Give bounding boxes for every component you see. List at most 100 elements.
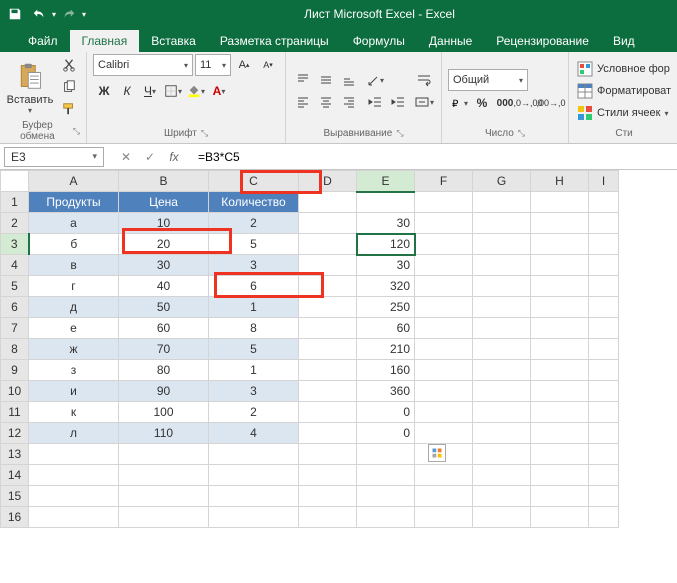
cell-b8[interactable]: 70 (119, 339, 209, 360)
cell-c12[interactable]: 4 (209, 423, 299, 444)
tab-layout[interactable]: Разметка страницы (208, 30, 341, 52)
col-header-f[interactable]: F (415, 171, 473, 192)
cell-g1[interactable] (473, 192, 531, 213)
tab-data[interactable]: Данные (417, 30, 484, 52)
row-header-3[interactable]: 3 (1, 234, 29, 255)
cell-a4[interactable]: в (29, 255, 119, 276)
row-header-11[interactable]: 11 (1, 402, 29, 423)
cell-c5[interactable]: 6 (209, 276, 299, 297)
row-header-5[interactable]: 5 (1, 276, 29, 297)
col-header-d[interactable]: D (299, 171, 357, 192)
col-header-h[interactable]: H (531, 171, 589, 192)
tab-file[interactable]: Файл (16, 30, 70, 52)
cell-b4[interactable]: 30 (119, 255, 209, 276)
bold-button[interactable]: Ж (93, 81, 115, 101)
cell-a10[interactable]: и (29, 381, 119, 402)
undo-dropdown[interactable]: ▾ (52, 10, 56, 19)
cell-h1[interactable] (531, 192, 589, 213)
align-left-button[interactable] (292, 92, 314, 112)
cancel-formula-button[interactable]: ✕ (116, 147, 136, 167)
cell-d2[interactable] (299, 213, 357, 234)
enter-formula-button[interactable]: ✓ (140, 147, 160, 167)
cell-a12[interactable]: л (29, 423, 119, 444)
underline-button[interactable]: Ч▾ (139, 81, 161, 101)
cell-e6[interactable]: 250 (357, 297, 415, 318)
cell-c7[interactable]: 8 (209, 318, 299, 339)
font-launcher[interactable]: ⤡ (201, 128, 208, 139)
cell-d1[interactable] (299, 192, 357, 213)
name-box[interactable]: E3 ▾ (4, 147, 104, 167)
borders-button[interactable]: ▾ (162, 81, 184, 101)
row-header-13[interactable]: 13 (1, 444, 29, 465)
orientation-button[interactable]: ▾ (364, 70, 386, 90)
cell-b3[interactable]: 20 (119, 234, 209, 255)
cell-c1[interactable]: Количество (209, 192, 299, 213)
cell-b11[interactable]: 100 (119, 402, 209, 423)
shrink-font-button[interactable]: A▾ (257, 55, 279, 75)
undo-icon[interactable] (28, 3, 50, 25)
format-as-table-button[interactable]: Форматироват (575, 81, 673, 101)
tab-home[interactable]: Главная (70, 30, 140, 52)
cell-a7[interactable]: е (29, 318, 119, 339)
row-header-9[interactable]: 9 (1, 360, 29, 381)
cell-c6[interactable]: 1 (209, 297, 299, 318)
cell-b10[interactable]: 90 (119, 381, 209, 402)
cell-c11[interactable]: 2 (209, 402, 299, 423)
col-header-a[interactable]: A (29, 171, 119, 192)
fx-button[interactable]: fx (164, 147, 184, 167)
align-middle-button[interactable] (315, 70, 337, 90)
col-header-i[interactable]: I (589, 171, 619, 192)
cell-styles-button[interactable]: Стили ячеек▾ (575, 103, 673, 123)
cell-e2[interactable]: 30 (357, 213, 415, 234)
row-header-8[interactable]: 8 (1, 339, 29, 360)
cell-e10[interactable]: 360 (357, 381, 415, 402)
cell-b7[interactable]: 60 (119, 318, 209, 339)
tab-review[interactable]: Рецензирование (484, 30, 601, 52)
cell-c2[interactable]: 2 (209, 213, 299, 234)
cell-c10[interactable]: 3 (209, 381, 299, 402)
cell-e4[interactable]: 30 (357, 255, 415, 276)
cell-b5[interactable]: 40 (119, 276, 209, 297)
cell-b2[interactable]: 10 (119, 213, 209, 234)
cell-a1[interactable]: Продукты (29, 192, 119, 213)
col-header-c[interactable]: C (209, 171, 299, 192)
decrease-decimal-button[interactable]: ,00→,0 (540, 93, 562, 113)
currency-button[interactable]: ₽▾ (448, 93, 470, 113)
cell-c4[interactable]: 3 (209, 255, 299, 276)
align-bottom-button[interactable] (338, 70, 360, 90)
cell-c8[interactable]: 5 (209, 339, 299, 360)
col-header-g[interactable]: G (473, 171, 531, 192)
tab-view[interactable]: Вид (601, 30, 647, 52)
font-color-button[interactable]: A▾ (208, 81, 230, 101)
col-header-b[interactable]: B (119, 171, 209, 192)
align-top-button[interactable] (292, 70, 314, 90)
row-header-14[interactable]: 14 (1, 465, 29, 486)
clipboard-launcher[interactable]: ⤡ (73, 126, 80, 137)
cell-a8[interactable]: ж (29, 339, 119, 360)
row-header-6[interactable]: 6 (1, 297, 29, 318)
align-right-button[interactable] (338, 92, 360, 112)
cell-i1[interactable] (589, 192, 619, 213)
cell-d3[interactable] (299, 234, 357, 255)
paste-button[interactable]: Вставить ▾ (6, 54, 54, 120)
row-header-4[interactable]: 4 (1, 255, 29, 276)
formula-input[interactable] (192, 147, 677, 167)
row-header-1[interactable]: 1 (1, 192, 29, 213)
cell-e3[interactable]: 120 (357, 234, 415, 255)
cell-f1[interactable] (415, 192, 473, 213)
cell-e7[interactable]: 60 (357, 318, 415, 339)
autofill-options-button[interactable] (428, 444, 446, 462)
cell-e5[interactable]: 320 (357, 276, 415, 297)
grow-font-button[interactable]: A▴ (233, 55, 255, 75)
cell-b6[interactable]: 50 (119, 297, 209, 318)
font-name-select[interactable]: Calibri▾ (93, 54, 193, 76)
cell-e9[interactable]: 160 (357, 360, 415, 381)
redo-icon[interactable] (58, 3, 80, 25)
number-launcher[interactable]: ⤡ (518, 128, 525, 139)
select-all-corner[interactable] (1, 171, 29, 192)
spreadsheet-grid[interactable]: A B C D E F G H I 1 Продукты Цена Количе… (0, 170, 677, 528)
conditional-formatting-button[interactable]: Условное фор (575, 59, 673, 79)
row-header-12[interactable]: 12 (1, 423, 29, 444)
copy-button[interactable] (58, 77, 80, 97)
cell-b1[interactable]: Цена (119, 192, 209, 213)
